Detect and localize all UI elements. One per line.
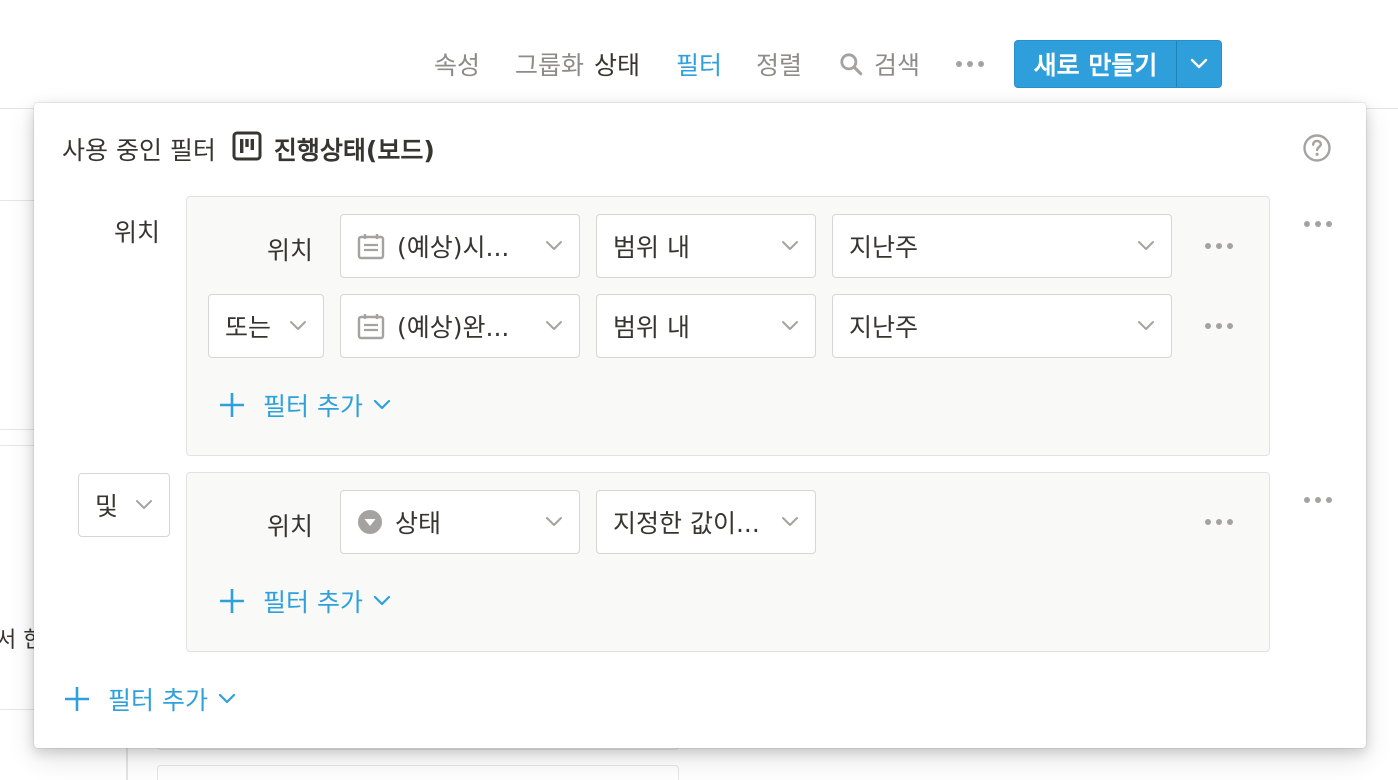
- group-label: 위치: [114, 218, 161, 247]
- chevron-down-icon: [1137, 240, 1155, 252]
- chevron-down-icon: [135, 499, 153, 511]
- active-filter-label: 사용 중인 필터: [62, 136, 216, 165]
- chevron-down-icon: [289, 320, 307, 332]
- calendar-icon: [357, 312, 385, 340]
- select-property-icon: [357, 509, 383, 535]
- plus-icon: [217, 390, 247, 420]
- view-toolbar: 속성 그룹화 상태 필터 정렬 검색 새로 만들기: [0, 40, 1398, 88]
- operator-select[interactable]: 지정한 값이...: [596, 490, 816, 554]
- group-by-value: 상태: [594, 51, 641, 80]
- view-name: 진행상태(보드): [273, 136, 435, 165]
- operator-select[interactable]: 범위 내: [596, 214, 816, 278]
- new-button-dropdown[interactable]: [1177, 41, 1221, 87]
- chevron-down-icon: [1137, 320, 1155, 332]
- value-select[interactable]: 지난주: [832, 294, 1172, 358]
- help-circle-icon[interactable]: [1302, 133, 1332, 167]
- properties-button[interactable]: 속성: [434, 40, 480, 88]
- chevron-down-icon: [373, 595, 391, 607]
- filter-row-conjunction: 위치: [267, 236, 314, 265]
- conjunction-select[interactable]: 또는: [208, 294, 324, 358]
- chevron-down-icon: [545, 516, 563, 528]
- property-select[interactable]: (예상)완...: [340, 294, 580, 358]
- filter-group: 위치 (예상)시... 범위 내 지난주 또는 (예상)완... 범위 내 지난…: [186, 196, 1270, 456]
- add-filter-button[interactable]: 필터 추가: [62, 681, 236, 717]
- more-options-button[interactable]: [956, 40, 984, 88]
- group-more-button[interactable]: [1304, 221, 1332, 227]
- filter-popup: 사용 중인 필터 진행상태(보드) 위치 위치 (예상)시... 범위 내 지난…: [34, 103, 1366, 748]
- add-filter-button[interactable]: 필터 추가: [217, 583, 391, 619]
- more-horizontal-icon: [1304, 221, 1332, 227]
- property-select[interactable]: 상태: [340, 490, 580, 554]
- popup-header: 사용 중인 필터 진행상태(보드): [62, 131, 435, 167]
- chevron-down-icon: [1190, 58, 1208, 69]
- more-horizontal-icon: [1205, 243, 1233, 249]
- chevron-down-icon: [218, 693, 236, 705]
- value-select[interactable]: 지난주: [832, 214, 1172, 278]
- more-horizontal-icon: [1205, 323, 1233, 329]
- more-horizontal-icon: [1205, 519, 1233, 525]
- board-icon: [232, 131, 262, 167]
- filter-row-more-button[interactable]: [1205, 519, 1233, 525]
- filter-row-more-button[interactable]: [1205, 243, 1233, 249]
- chevron-down-icon: [545, 240, 563, 252]
- operator-select[interactable]: 범위 내: [596, 294, 816, 358]
- filter-row-conjunction: 위치: [267, 512, 314, 541]
- plus-icon: [62, 684, 92, 714]
- new-button[interactable]: 새로 만들기: [1015, 41, 1177, 87]
- group-conjunction-select[interactable]: 및: [78, 473, 170, 537]
- sort-button[interactable]: 정렬: [756, 40, 802, 88]
- chevron-down-icon: [781, 240, 799, 252]
- plus-icon: [217, 586, 247, 616]
- chevron-down-icon: [373, 399, 391, 411]
- more-horizontal-icon: [1304, 497, 1332, 503]
- new-button-group: 새로 만들기: [1014, 40, 1222, 88]
- filter-row-more-button[interactable]: [1205, 323, 1233, 329]
- filter-button[interactable]: 필터: [676, 40, 722, 88]
- group-more-button[interactable]: [1304, 497, 1332, 503]
- calendar-icon: [357, 232, 385, 260]
- search-icon: [840, 53, 863, 76]
- filter-group: 위치 상태 지정한 값이... 필터 추가: [186, 472, 1270, 652]
- background-card: [157, 765, 679, 780]
- chevron-down-icon: [545, 320, 563, 332]
- more-horizontal-icon: [956, 61, 984, 67]
- chevron-down-icon: [781, 320, 799, 332]
- search-button[interactable]: 검색: [838, 40, 920, 88]
- chevron-down-icon: [781, 516, 799, 528]
- property-select[interactable]: (예상)시...: [340, 214, 580, 278]
- add-filter-button[interactable]: 필터 추가: [217, 387, 391, 423]
- group-by-button[interactable]: 그룹화 상태: [515, 40, 640, 88]
